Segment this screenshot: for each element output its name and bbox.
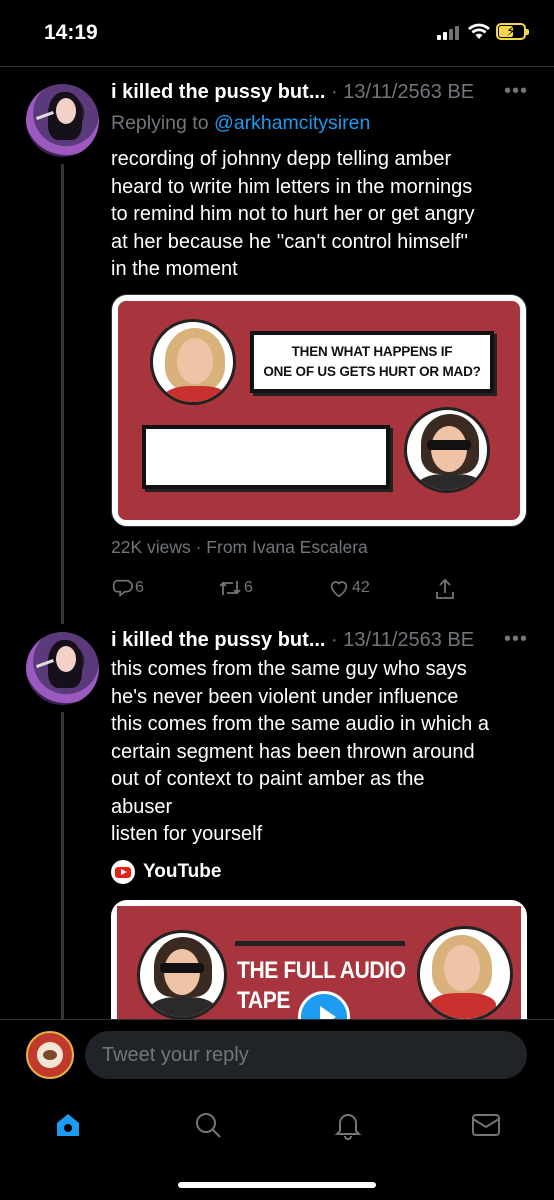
johnny-portrait <box>137 930 227 1019</box>
tab-search[interactable] <box>188 1105 228 1145</box>
thread-line <box>61 164 64 624</box>
bell-icon <box>334 1114 362 1140</box>
charging-bolt-icon: ⚡ <box>506 23 516 39</box>
tweet-1[interactable]: i killed the pussy but... · 13/11/2563 B… <box>0 80 554 624</box>
headline-bar <box>235 941 405 946</box>
tweet-text: this comes from the same guy who says he… <box>111 656 531 849</box>
like-count: 42 <box>352 579 370 596</box>
mail-icon <box>472 1114 500 1136</box>
tweet-text: recording of johnny depp telling amber h… <box>111 146 531 284</box>
youtube-card[interactable]: THE FULL AUDIO TAPE <box>111 900 527 1019</box>
johnny-portrait <box>404 407 490 493</box>
reply-icon <box>112 579 133 598</box>
tab-home[interactable] <box>48 1105 88 1145</box>
tweet-text-line: this comes from the same audio in which … <box>111 713 489 735</box>
tweet-date: · 13/11/2563 BE <box>331 629 475 651</box>
tweet-2[interactable]: i killed the pussy but... · 13/11/2563 B… <box>0 628 554 1019</box>
reply-input[interactable] <box>85 1031 527 1079</box>
youtube-thumbnail: THE FULL AUDIO TAPE <box>117 906 521 1019</box>
tweet-text-line: heard to write him letters in the mornin… <box>111 175 473 198</box>
heart-icon <box>330 581 348 598</box>
share-button[interactable] <box>434 577 456 601</box>
amber-portrait <box>417 926 513 1019</box>
tweet-text-line: listen for yourself <box>111 823 263 845</box>
retweet-button[interactable]: 6 <box>218 577 253 599</box>
tweet-date: · 13/11/2563 BE <box>331 81 475 103</box>
author-name[interactable]: i killed the pussy but... <box>111 629 325 651</box>
tweet-text-line: this comes from the same guy who says <box>111 658 467 680</box>
status-bar: 14:19 ⚡ <box>0 0 554 66</box>
tweet-text-line: in the moment <box>111 258 238 280</box>
top-divider <box>0 66 554 67</box>
tweet-header: i killed the pussy but... · 13/11/2563 B… <box>111 629 474 652</box>
tweet-text-line: abuser <box>111 795 173 818</box>
tweet-header: i killed the pussy but... · 13/11/2563 B… <box>111 81 474 104</box>
retweet-icon <box>219 581 241 595</box>
youtube-icon <box>111 860 135 884</box>
like-button[interactable]: 42 <box>328 577 370 599</box>
author-name[interactable]: i killed the pussy but... <box>111 81 325 103</box>
share-icon <box>436 578 454 599</box>
quote-bubble: THEN WHAT HAPPENS IF ONE OF US GETS HURT… <box>250 331 494 393</box>
tweet-text-line: to remind him not to hurt her or get ang… <box>111 203 475 225</box>
link-source[interactable]: YouTube <box>111 860 221 884</box>
more-icon[interactable]: ••• <box>504 80 528 103</box>
reply-bar <box>0 1019 554 1091</box>
my-avatar[interactable] <box>26 1031 74 1079</box>
reply-count: 6 <box>135 579 144 596</box>
home-indicator <box>178 1182 376 1188</box>
tab-messages[interactable] <box>466 1105 506 1145</box>
avatar[interactable] <box>26 84 99 157</box>
search-icon <box>196 1113 221 1138</box>
avatar[interactable] <box>26 632 99 705</box>
tweet-text-line: certain segment has been thrown around <box>111 740 475 763</box>
tweet-text-line: recording of johnny depp telling amber <box>111 148 452 170</box>
battery-icon: ⚡ <box>496 23 529 40</box>
tweet-text-line: he's never been violent under influence <box>111 685 459 708</box>
replying-to: Replying to @arkhamcitysiren <box>111 112 370 135</box>
reply-handle-link[interactable]: @arkhamcitysiren <box>214 112 370 134</box>
amber-portrait <box>150 319 236 405</box>
reply-button[interactable]: 6 <box>111 577 144 599</box>
retweet-count: 6 <box>244 579 253 596</box>
thread-line <box>61 712 64 1019</box>
status-time: 14:19 <box>44 21 98 44</box>
wifi-icon <box>468 23 490 39</box>
more-icon[interactable]: ••• <box>504 628 528 651</box>
replying-to-label: Replying to <box>111 112 214 134</box>
home-icon <box>57 1114 79 1136</box>
signal-icon <box>437 26 463 40</box>
empty-bubble <box>142 425 390 489</box>
tweet-text-line: out of context to paint amber as the <box>111 768 425 790</box>
tab-notifications[interactable] <box>328 1105 368 1145</box>
media-views: 22K views · From Ivana Escalera <box>111 537 368 557</box>
tweet-text-line: at her because he ''can't control himsel… <box>111 230 469 253</box>
link-source-label: YouTube <box>143 861 222 882</box>
video-thumbnail: THEN WHAT HAPPENS IF ONE OF US GETS HURT… <box>118 301 520 520</box>
video-media[interactable]: THEN WHAT HAPPENS IF ONE OF US GETS HURT… <box>111 294 527 527</box>
